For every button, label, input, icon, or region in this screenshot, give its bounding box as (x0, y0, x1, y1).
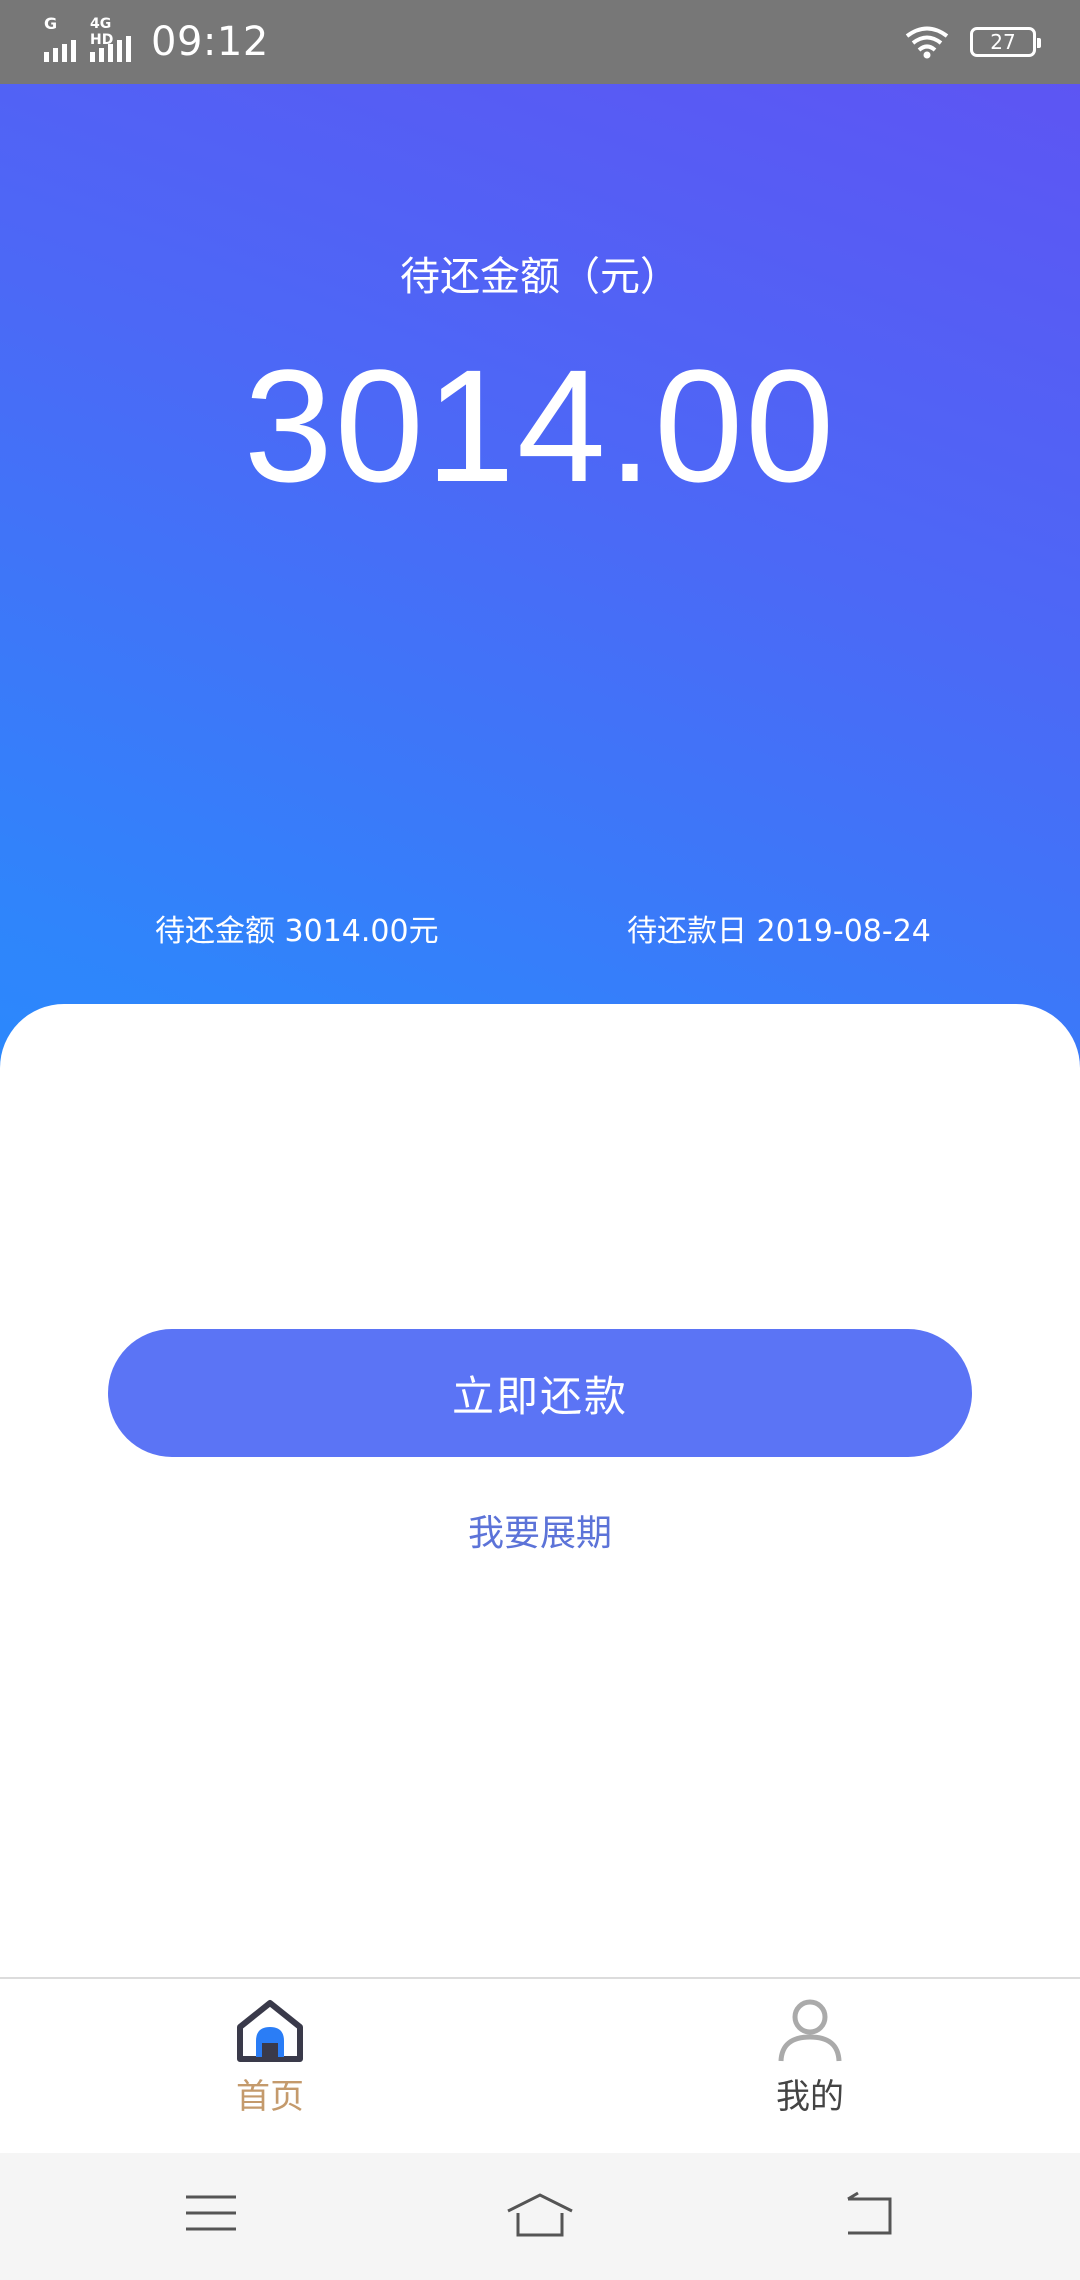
menu-icon[interactable] (184, 2191, 238, 2235)
system-navigation-bar (0, 2153, 1080, 2280)
sim1-signal-icon: G (44, 16, 76, 62)
action-card: 立即还款 我要展期 (0, 1004, 1080, 1978)
tab-home[interactable]: 首页 (170, 1997, 370, 2118)
extend-loan-link[interactable]: 我要展期 (0, 1504, 1080, 1556)
status-time: 09:12 (151, 19, 269, 65)
tab-mine[interactable]: 我的 (710, 1997, 910, 2118)
due-date-text: 待还款日 2019-08-24 (627, 914, 931, 949)
back-icon[interactable] (842, 2191, 896, 2239)
pending-amount-value: 3014.00 (243, 336, 837, 515)
user-icon (778, 1999, 842, 2062)
repay-now-button[interactable]: 立即还款 (108, 1329, 972, 1457)
status-bar: G 4G HD 09:12 27 (0, 0, 1080, 84)
pending-amount-text: 待还金额 3014.00元 (155, 914, 439, 949)
sim2-label: 4G HD (90, 16, 114, 48)
sim2-signal-icon: 4G HD (90, 16, 131, 62)
battery-level: 27 (990, 30, 1016, 54)
pending-amount-label: 待还金额（元） (400, 254, 680, 300)
wifi-icon (905, 26, 949, 59)
home-outline-icon[interactable] (504, 2191, 576, 2239)
tab-home-label: 首页 (236, 2077, 304, 2117)
sim1-label: G (44, 14, 58, 33)
bottom-tab-bar: 首页 我的 (0, 1977, 1080, 2153)
home-icon (237, 2000, 303, 2062)
battery-icon: 27 (970, 27, 1041, 57)
tab-mine-label: 我的 (776, 2077, 844, 2117)
repayment-summary-header: 待还金额（元） 3014.00 待还金额 3014.00元 待还款日 2019-… (0, 84, 1080, 1130)
